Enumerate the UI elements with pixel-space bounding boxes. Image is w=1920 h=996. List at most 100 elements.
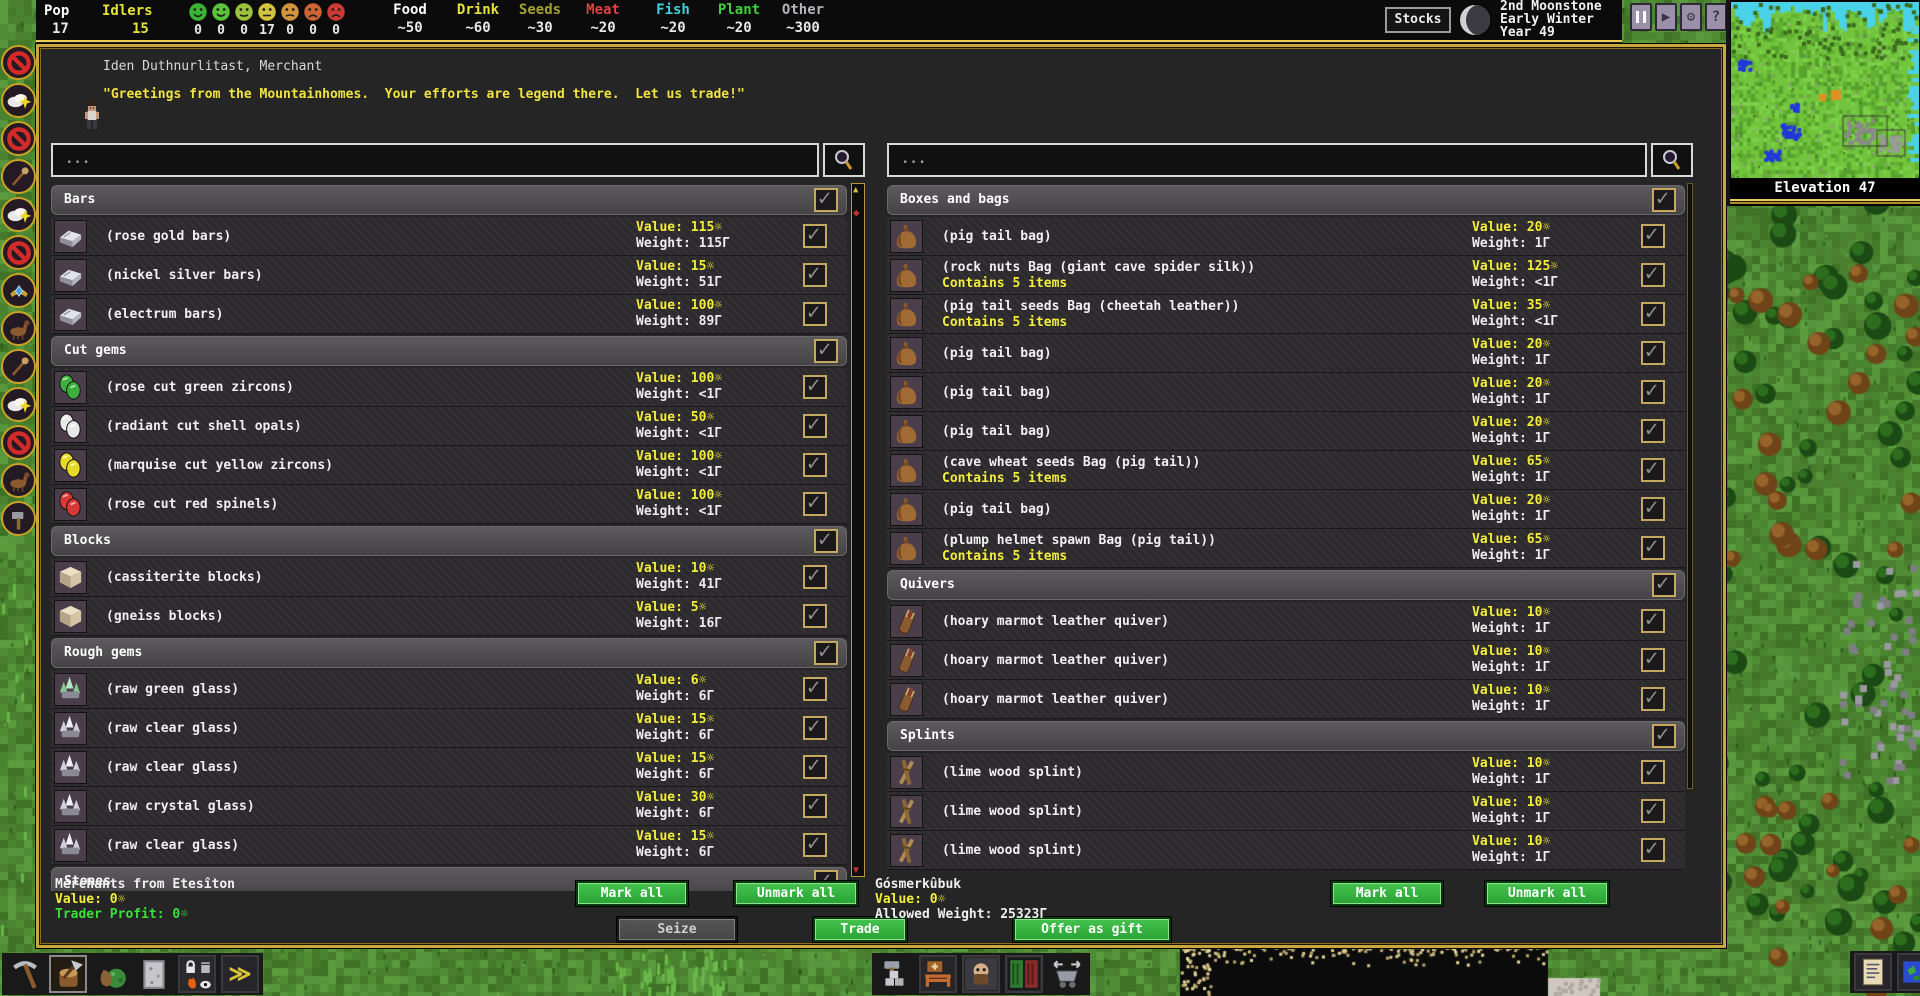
job-item-alert-icon[interactable] bbox=[1, 159, 36, 194]
item-checkbox[interactable] bbox=[803, 414, 827, 438]
item-row[interactable]: (raw green glass)Value: 6☼Weight: 6Γ bbox=[51, 670, 847, 709]
furniture-icon[interactable] bbox=[919, 955, 957, 993]
item-row[interactable]: (pig tail seeds Bag (cheetah leather))Co… bbox=[887, 295, 1685, 334]
stocks-button[interactable]: Stocks bbox=[1385, 7, 1451, 33]
mining-pickaxe-icon[interactable] bbox=[6, 955, 44, 993]
item-row[interactable]: (cave wheat seeds Bag (pig tail))Contain… bbox=[887, 451, 1685, 490]
item-checkbox[interactable] bbox=[1641, 497, 1665, 521]
chop-trees-icon[interactable] bbox=[49, 955, 87, 993]
forbidden-alert-icon[interactable] bbox=[1, 235, 36, 270]
section-checkbox[interactable] bbox=[1652, 573, 1676, 597]
item-row[interactable]: (pig tail bag)Value: 20☼Weight: 1Γ bbox=[887, 217, 1685, 256]
item-row[interactable]: (rose cut red spinels)Value: 100☼Weight:… bbox=[51, 485, 847, 524]
section-checkbox[interactable] bbox=[814, 529, 838, 553]
cloud-event-alert-icon[interactable] bbox=[1, 83, 36, 118]
cloud-event-alert-icon[interactable] bbox=[1, 387, 36, 422]
item-row[interactable]: (radiant cut shell opals)Value: 50☼Weigh… bbox=[51, 407, 847, 446]
item-row[interactable]: (pig tail bag)Value: 20☼Weight: 1Γ bbox=[887, 334, 1685, 373]
item-row[interactable]: (plump helmet spawn Bag (pig tail))Conta… bbox=[887, 529, 1685, 568]
item-checkbox[interactable] bbox=[1641, 687, 1665, 711]
section-checkbox[interactable] bbox=[814, 188, 838, 212]
zones-icon[interactable] bbox=[178, 955, 216, 993]
fortress-search-input[interactable]: ... bbox=[887, 143, 1647, 177]
search-icon[interactable] bbox=[823, 143, 865, 177]
mark-all-left-button[interactable]: Mark all bbox=[576, 881, 688, 906]
item-row[interactable]: (rose gold bars)Value: 115☼Weight: 115Γ bbox=[51, 217, 847, 256]
item-checkbox[interactable] bbox=[803, 302, 827, 326]
item-checkbox[interactable] bbox=[1641, 648, 1665, 672]
item-checkbox[interactable] bbox=[1641, 341, 1665, 365]
item-row[interactable]: (pig tail bag)Value: 20☼Weight: 1Γ bbox=[887, 412, 1685, 451]
item-row[interactable]: (cassiterite blocks)Value: 10☼Weight: 41… bbox=[51, 558, 847, 597]
search-icon[interactable] bbox=[1651, 143, 1693, 177]
section-checkbox[interactable] bbox=[1652, 724, 1676, 748]
forbidden-alert-icon[interactable] bbox=[1, 45, 36, 80]
item-row[interactable]: (lime wood splint)Value: 10☼Weight: 1Γ bbox=[887, 831, 1685, 870]
item-row[interactable]: (electrum bars)Value: 100☼Weight: 89Γ bbox=[51, 295, 847, 334]
expand-toolbar-icon[interactable]: ≫ bbox=[221, 955, 259, 993]
item-checkbox[interactable] bbox=[1641, 458, 1665, 482]
item-row[interactable]: (gneiss blocks)Value: 5☼Weight: 16Γ bbox=[51, 597, 847, 636]
item-checkbox[interactable] bbox=[803, 263, 827, 287]
item-row[interactable]: (lime wood splint)Value: 10☼Weight: 1Γ bbox=[887, 753, 1685, 792]
item-checkbox[interactable] bbox=[1641, 760, 1665, 784]
unmark-all-left-button[interactable]: Unmark all bbox=[734, 881, 858, 906]
item-checkbox[interactable] bbox=[803, 677, 827, 701]
animal-alert-icon[interactable] bbox=[1, 311, 36, 346]
mark-all-right-button[interactable]: Mark all bbox=[1331, 881, 1443, 906]
section-row-quivers[interactable]: Quivers bbox=[887, 570, 1685, 600]
job-item-alert-icon[interactable] bbox=[1, 349, 36, 384]
section-checkbox[interactable] bbox=[814, 339, 838, 363]
world-map-icon[interactable] bbox=[1897, 953, 1920, 991]
artifact-alert-icon[interactable] bbox=[1, 273, 36, 308]
item-row[interactable]: (rose cut green zircons)Value: 100☼Weigh… bbox=[51, 368, 847, 407]
item-row[interactable]: (raw clear glass)Value: 15☼Weight: 6Γ bbox=[51, 826, 847, 865]
item-row[interactable]: (hoary marmot leather quiver)Value: 10☼W… bbox=[887, 641, 1685, 680]
merchant-search-input[interactable]: ... bbox=[51, 143, 819, 177]
item-checkbox[interactable] bbox=[803, 375, 827, 399]
item-checkbox[interactable] bbox=[1641, 609, 1665, 633]
item-checkbox[interactable] bbox=[803, 453, 827, 477]
section-row-blocks[interactable]: Blocks bbox=[51, 526, 847, 556]
smooth-stone-icon[interactable] bbox=[135, 955, 173, 993]
play-button[interactable]: ▶ bbox=[1655, 3, 1677, 31]
item-row[interactable]: (hoary marmot leather quiver)Value: 10☼W… bbox=[887, 602, 1685, 641]
animal-alert-icon[interactable] bbox=[1, 463, 36, 498]
item-row[interactable]: (nickel silver bars)Value: 15☼Weight: 51… bbox=[51, 256, 847, 295]
section-row-splints[interactable]: Splints bbox=[887, 721, 1685, 751]
item-row[interactable]: (marquise cut yellow zircons)Value: 100☼… bbox=[51, 446, 847, 485]
item-row[interactable]: (raw clear glass)Value: 15☼Weight: 6Γ bbox=[51, 748, 847, 787]
burrows-icon[interactable] bbox=[1005, 955, 1043, 993]
help-button[interactable]: ? bbox=[1705, 3, 1727, 31]
minimap-canvas[interactable] bbox=[1731, 2, 1919, 178]
item-checkbox[interactable] bbox=[1641, 536, 1665, 560]
scroll-down-icon[interactable]: ▼ bbox=[853, 865, 859, 876]
work-order-alert-icon[interactable] bbox=[1, 501, 36, 536]
item-row[interactable]: (pig tail bag)Value: 20☼Weight: 1Γ bbox=[887, 373, 1685, 412]
build-icon[interactable] bbox=[876, 955, 914, 993]
item-checkbox[interactable] bbox=[803, 492, 827, 516]
item-checkbox[interactable] bbox=[803, 604, 827, 628]
item-checkbox[interactable] bbox=[1641, 838, 1665, 862]
merchant-list-scrollbar[interactable]: ▲ ◆ ▼ bbox=[851, 183, 865, 877]
item-checkbox[interactable] bbox=[803, 716, 827, 740]
seize-button[interactable]: Seize bbox=[617, 917, 737, 942]
fortress-list-scrollbar[interactable] bbox=[1687, 183, 1693, 789]
minimap[interactable]: Elevation 47 bbox=[1726, 0, 1920, 206]
item-row[interactable]: (hoary marmot leather quiver)Value: 10☼W… bbox=[887, 680, 1685, 719]
scroll-handle-icon[interactable]: ◆ bbox=[853, 206, 860, 219]
item-row[interactable]: (pig tail bag)Value: 20☼Weight: 1Γ bbox=[887, 490, 1685, 529]
scroll-up-icon[interactable]: ▲ bbox=[853, 185, 858, 195]
section-row-cut-gems[interactable]: Cut gems bbox=[51, 336, 847, 366]
item-checkbox[interactable] bbox=[803, 224, 827, 248]
hauling-icon[interactable] bbox=[1048, 955, 1086, 993]
pause-button[interactable] bbox=[1630, 3, 1652, 31]
item-checkbox[interactable] bbox=[803, 565, 827, 589]
item-checkbox[interactable] bbox=[803, 794, 827, 818]
forbidden-alert-icon[interactable] bbox=[1, 121, 36, 156]
section-row-bars[interactable]: Bars bbox=[51, 185, 847, 215]
item-row[interactable]: (raw crystal glass)Value: 30☼Weight: 6Γ bbox=[51, 787, 847, 826]
item-row[interactable]: (rock nuts Bag (giant cave spider silk))… bbox=[887, 256, 1685, 295]
gather-plants-icon[interactable] bbox=[92, 955, 130, 993]
units-icon[interactable] bbox=[962, 955, 1000, 993]
